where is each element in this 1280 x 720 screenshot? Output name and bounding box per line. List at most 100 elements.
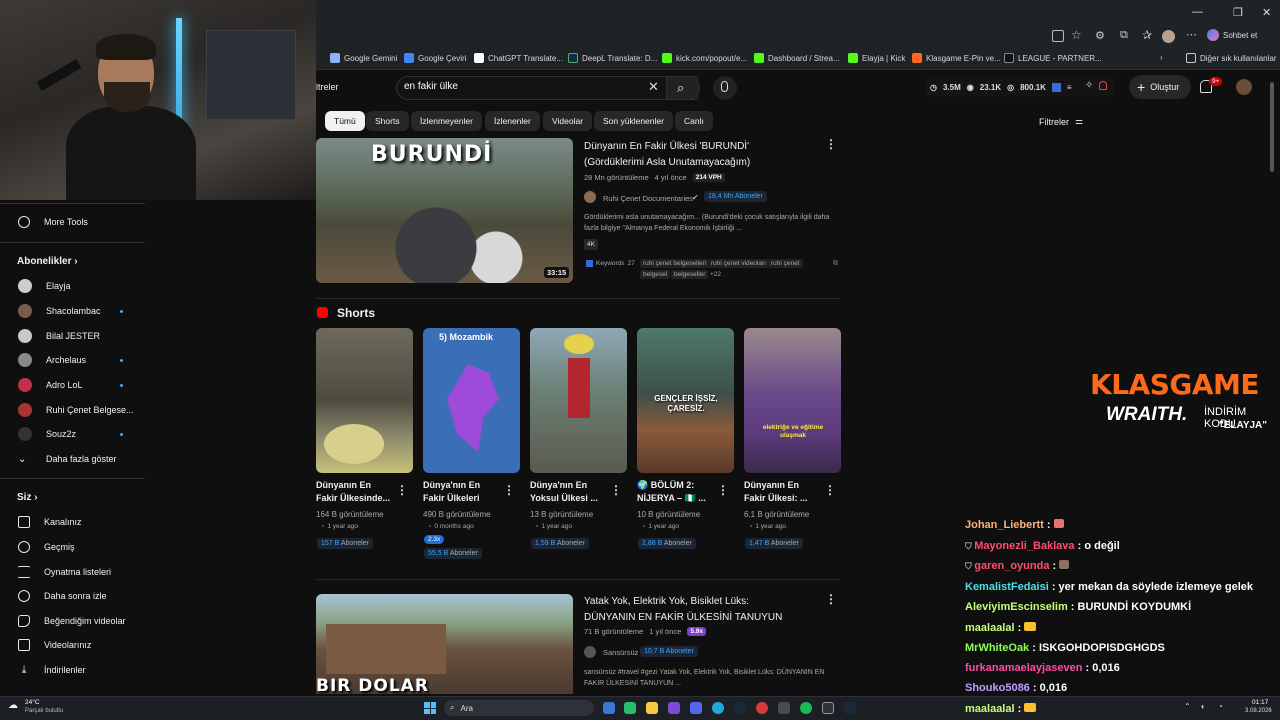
short-3-more-icon[interactable]: ⋮ — [610, 483, 622, 497]
more-menu-icon[interactable]: ⋯ — [1186, 28, 1197, 41]
profile-avatar[interactable] — [1162, 30, 1175, 43]
short-title-1-line2[interactable]: Fakir Ülkesinde... — [316, 492, 390, 505]
sidebar-item-downloads[interactable]: ⤓ İndirilenler — [18, 661, 86, 679]
tray-chevron-icon[interactable]: ⌃ — [1184, 702, 1191, 711]
video-2-title-line1[interactable]: Yatak Yok, Elektrik Yok, Bisiklet Lüks: — [584, 594, 749, 609]
search-input[interactable]: en fakir ülke — [404, 81, 458, 92]
keyword-tag[interactable]: ruhi çenet belgeselleri — [640, 259, 710, 268]
taskbar-app-icon[interactable] — [603, 702, 615, 714]
maximize-icon[interactable]: ❐ — [1233, 6, 1243, 19]
short-title-2-line1[interactable]: Dünya'nın En — [423, 479, 480, 492]
channel-avatar[interactable] — [584, 191, 596, 203]
sidebar-item-your-videos[interactable]: Videolarınız — [18, 636, 91, 654]
network-icon[interactable]: ◔ — [1218, 702, 1223, 711]
bookmark-0[interactable]: Google Gemini — [330, 53, 397, 63]
voice-search-button[interactable] — [713, 76, 737, 100]
weather-icon[interactable]: ☁ — [8, 700, 18, 711]
subscription-item[interactable]: Bilal JESTER — [18, 327, 100, 345]
list-icon[interactable]: ≡ — [1067, 83, 1072, 92]
channel-name[interactable]: Ruhi Çenet Documentaries — [603, 194, 693, 203]
sidebar-item-watch-later[interactable]: Daha sonra izle — [18, 587, 107, 605]
short-title-3-line1[interactable]: Dünya'nın En — [530, 479, 587, 492]
weather-temp[interactable]: 24°C — [25, 699, 40, 706]
bookmark-7[interactable]: Klasgame E-Pin ve... — [912, 53, 1001, 63]
short-title-2-line2[interactable]: Fakir Ülkeleri — [423, 492, 480, 505]
create-button[interactable]: + Oluştur — [1129, 75, 1191, 99]
sidebar-item-history[interactable]: Geçmiş — [18, 538, 75, 556]
obs-icon[interactable] — [756, 702, 768, 714]
account-avatar[interactable] — [1236, 79, 1252, 95]
taskbar-app-icon[interactable] — [822, 702, 834, 714]
chip-unwatched[interactable]: İzlenmeyenler — [411, 111, 482, 131]
video-2-more-icon[interactable]: ⋮ — [825, 592, 837, 606]
bookmark-3[interactable]: DeepL Translate: D... — [568, 53, 657, 63]
subscription-item[interactable]: Archelaus — [18, 351, 86, 369]
file-explorer-icon[interactable] — [646, 702, 658, 714]
sidebar-item-liked-videos[interactable]: Beğendiğim videolar — [18, 612, 126, 630]
short-title-1-line1[interactable]: Dünyanın En — [316, 479, 371, 492]
bookmark-6[interactable]: Elayja | Kick — [848, 53, 905, 63]
video-title-line2[interactable]: (Gördüklerimi Asla Unutamayacağım) — [584, 155, 750, 170]
tools-icon[interactable]: ✧ — [1085, 80, 1093, 91]
chip-all[interactable]: Tümü — [325, 111, 365, 131]
taskbar-app-icon[interactable] — [778, 702, 790, 714]
filters-tab[interactable]: ltreler — [316, 82, 339, 92]
subscription-item[interactable]: Ruhi Çenet Belgese... — [18, 401, 134, 419]
filters-button[interactable]: Filtreler ⚌ — [1039, 116, 1083, 127]
speaker-icon[interactable]: ◖ — [1200, 702, 1205, 711]
short-4-more-icon[interactable]: ⋮ — [717, 483, 729, 497]
copy-icon[interactable]: ⧉ — [833, 260, 838, 268]
page-scrollbar-thumb[interactable] — [1270, 82, 1274, 172]
split-screen-icon[interactable]: ⧉ — [1120, 29, 1128, 42]
subscription-item[interactable]: Elayja — [18, 277, 71, 295]
short-2-more-icon[interactable]: ⋮ — [503, 483, 515, 497]
short-title-5-line2[interactable]: Fakir Ülkesi: ... — [744, 492, 808, 505]
video-title-line1[interactable]: Dünyanın En Fakir Ülkesi 'BURUNDİ' — [584, 139, 749, 154]
subscription-item[interactable]: Adro LoL — [18, 376, 83, 394]
clock-time[interactable]: 01:17 — [1252, 699, 1268, 706]
sidebar-item-more-tools[interactable]: More Tools — [18, 213, 88, 231]
keyword-tag[interactable]: belgesel — [640, 270, 671, 279]
chip-watched[interactable]: İzlenenler — [485, 111, 540, 131]
subscriptions-heading[interactable]: Abonelikler › — [17, 256, 78, 267]
short-title-4-line2[interactable]: NİJERYA – 🇳🇬 ... — [637, 492, 706, 505]
bookmark-8[interactable]: LEAGUE - PARTNER... — [1004, 53, 1102, 63]
start-button[interactable] — [424, 702, 436, 714]
video-2-title-line2[interactable]: DÜNYANIN EN FAKİR ÜLKESİNİ TANUYUN — [584, 610, 782, 625]
short-thumbnail-3[interactable] — [530, 328, 627, 473]
you-heading[interactable]: Siz › — [17, 492, 38, 503]
channel-name[interactable]: Sansürsüz — [603, 648, 638, 657]
bookmark-1[interactable]: Google Çeviri — [404, 53, 466, 63]
short-title-4-line1[interactable]: 🌍 BÖLÜM 2: — [637, 479, 694, 492]
steam-icon[interactable] — [734, 702, 746, 714]
chip-recent[interactable]: Son yüklenenler — [594, 111, 673, 131]
short-title-3-line2[interactable]: Yoksul Ülkesi ... — [530, 492, 598, 505]
bookmark-5[interactable]: Dashboard / Strea... — [754, 53, 840, 63]
favorite-star-icon[interactable]: ☆ — [1071, 28, 1082, 42]
taskbar-app-icon[interactable] — [668, 702, 680, 714]
sidebar-item-playlists[interactable]: Oynatma listeleri — [18, 563, 111, 581]
keyword-tag[interactable]: ruhi çenet videoları — [708, 259, 769, 268]
taskbar-app-icon[interactable] — [624, 702, 636, 714]
video-2-thumbnail[interactable]: BIR DOLAR — [316, 594, 573, 694]
more-actions-icon[interactable]: ⋮ — [825, 137, 837, 151]
short-1-more-icon[interactable]: ⋮ — [396, 483, 408, 497]
chip-videos[interactable]: Videolar — [543, 111, 593, 131]
short-thumbnail-4[interactable]: GENÇLER İŞSİZ, ÇARESİZ. — [637, 328, 734, 473]
keyword-tag[interactable]: belgeseller — [671, 270, 709, 279]
keyword-tags-more[interactable]: +22 — [710, 271, 721, 278]
short-thumbnail-2[interactable]: 5) Mozambik — [423, 328, 520, 473]
favorites-icon[interactable]: ✰ — [1142, 28, 1152, 42]
chip-shorts[interactable]: Shorts — [366, 111, 409, 131]
show-more-button[interactable]: ⌄ Daha fazla göster — [18, 450, 117, 468]
short-5-more-icon[interactable]: ⋮ — [824, 483, 836, 497]
search-button[interactable]: ⌕ — [666, 76, 700, 100]
edge-browser-icon[interactable] — [712, 702, 724, 714]
clear-search-icon[interactable]: ✕ — [648, 79, 659, 95]
keyword-tag[interactable]: ruhi çenet — [768, 259, 803, 268]
sidebar-item-your-channel[interactable]: Kanalınız — [18, 513, 82, 531]
bookmark-2[interactable]: ChatGPT Translate... — [474, 53, 563, 63]
bookmark-4[interactable]: kick.com/popout/e... — [662, 53, 747, 63]
bell-alert-icon[interactable] — [1099, 81, 1107, 90]
clock-date[interactable]: 3.08.2026 — [1245, 708, 1272, 714]
